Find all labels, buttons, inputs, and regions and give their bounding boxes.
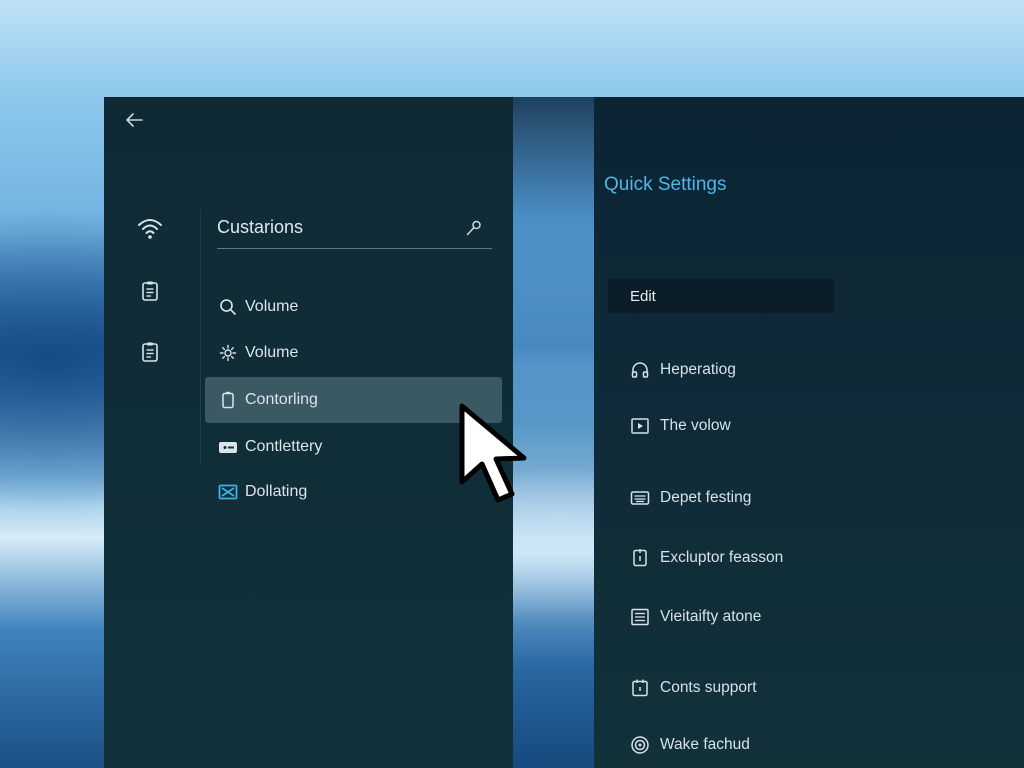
qs-item-wake-fachud[interactable]: Wake fachud — [630, 732, 750, 758]
rail-clipboard-button[interactable] — [136, 277, 164, 305]
rail-divider — [200, 210, 201, 465]
sidebar-item-label: Dollating — [245, 483, 308, 500]
qs-item-vieitaifty-atone[interactable]: Vieitaifty atone — [630, 604, 761, 630]
sidebar-item-label: Contlettery — [245, 438, 323, 455]
search-title: Custarions — [217, 217, 304, 237]
quick-settings-title: Quick Settings — [604, 174, 727, 195]
qs-item-label: Depet festing — [660, 489, 752, 506]
search-box[interactable]: Custarions — [217, 208, 492, 249]
card-icon — [218, 437, 238, 457]
wifi-icon — [138, 219, 162, 239]
sidebar-item-contlettery[interactable]: Contlettery — [205, 424, 502, 470]
sidebar-item-volume[interactable]: Volume — [205, 284, 502, 330]
sidebar-item-label: Volume — [245, 298, 299, 315]
back-button[interactable] — [122, 108, 146, 132]
list-icon — [630, 607, 650, 627]
rail-clipboard-button-2[interactable] — [136, 338, 164, 366]
clipboard-icon — [142, 342, 158, 362]
qs-item-conts-support[interactable]: Conts support — [630, 675, 757, 701]
play-icon — [630, 416, 650, 436]
display-icon — [218, 482, 238, 502]
qs-item-label: Excluptor feasson — [660, 549, 784, 566]
search-icon — [218, 297, 238, 317]
document-icon — [630, 548, 650, 568]
battery-icon — [218, 390, 238, 410]
sidebar-item-dollating[interactable]: Dollating — [205, 469, 502, 515]
sidebar-item-volume-2[interactable]: Volume — [205, 330, 502, 376]
glass-divider — [513, 97, 594, 768]
headphones-icon — [630, 360, 650, 380]
qs-item-label: Vieitaifty atone — [660, 608, 762, 625]
qs-item-label: The volow — [660, 417, 731, 434]
sidebar-item-label: Contorling — [245, 391, 318, 408]
qs-item-label: Conts support — [660, 679, 757, 696]
edit-button[interactable]: Edit — [608, 279, 834, 313]
target-icon — [630, 735, 650, 755]
back-arrow-icon — [126, 113, 143, 127]
qs-item-label: Heperatiog — [660, 361, 736, 378]
qs-item-excluptor-feasson[interactable]: Excluptor feasson — [630, 545, 783, 571]
qs-item-heperatiog[interactable]: Heperatiog — [630, 357, 736, 383]
qs-item-depet-festing[interactable]: Depet festing — [630, 485, 751, 511]
qs-item-the-volow[interactable]: The volow — [630, 413, 731, 439]
rail-wifi-button[interactable] — [136, 214, 164, 242]
sidebar-item-label: Volume — [245, 344, 299, 361]
keyboard-icon — [630, 488, 650, 508]
pin-icon[interactable] — [464, 218, 484, 238]
sidebar-item-contorling[interactable]: Contorling — [205, 377, 502, 423]
settings-icon — [218, 343, 238, 363]
calendar-icon — [630, 678, 650, 698]
clipboard-icon — [142, 281, 158, 301]
qs-item-label: Wake fachud — [660, 736, 750, 753]
